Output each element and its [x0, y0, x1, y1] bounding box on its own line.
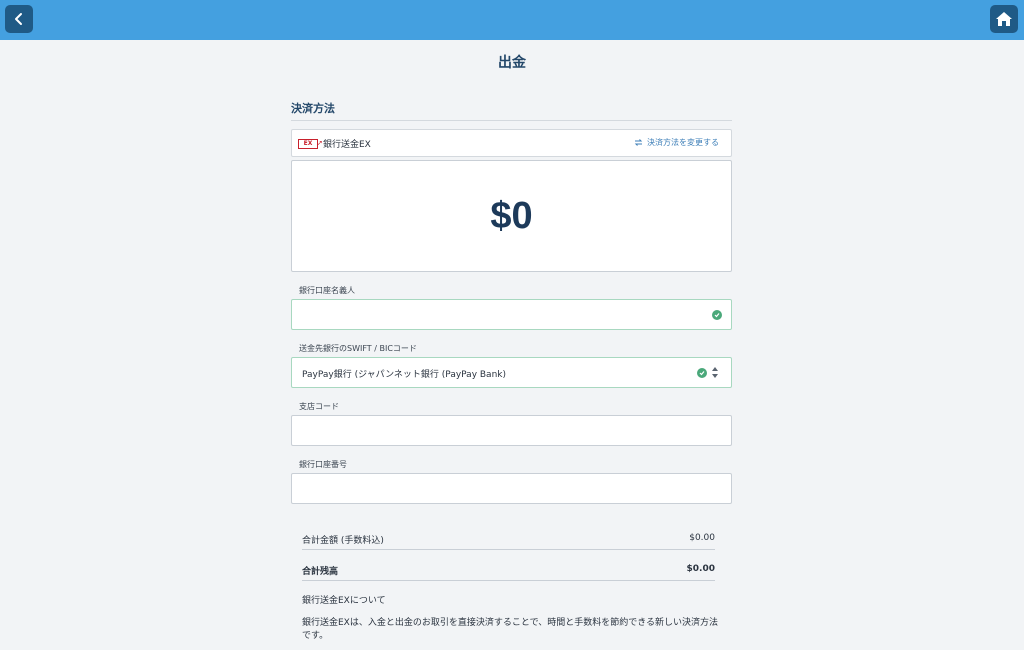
branch-code-field[interactable]	[291, 415, 732, 446]
select-arrows-icon	[712, 367, 718, 378]
total-balance-value: $0.00	[686, 564, 715, 574]
about-title: 銀行送金EXについて	[302, 596, 386, 606]
swift-select[interactable]: PayPay銀行 (ジャパンネット銀行 (PayPay Bank)	[291, 357, 732, 388]
account-number-field[interactable]	[291, 473, 732, 504]
bank-transfer-ex-logo: EX	[298, 139, 318, 149]
account-holder-label: 銀行口座名義人	[299, 286, 355, 295]
home-icon	[996, 12, 1012, 26]
total-amount-row: 合計金額 (手数料込) $0.00	[302, 531, 715, 550]
amount-display[interactable]: $0	[291, 160, 732, 272]
page-title: 出金	[498, 55, 526, 71]
total-amount-label: 合計金額 (手数料込)	[302, 536, 384, 546]
chevron-left-icon	[15, 13, 22, 25]
swap-icon	[634, 139, 643, 146]
swift-label: 送金先銀行のSWIFT / BICコード	[299, 344, 417, 353]
change-method-label: 決済方法を変更する	[647, 138, 719, 147]
about-description: 銀行送金EXは、入金と出金のお取引を直接決済することで、時間と手数料を節約できる…	[302, 618, 719, 641]
account-number-label: 銀行口座番号	[299, 460, 347, 469]
valid-check-icon	[712, 310, 722, 320]
total-balance-row: 合計残高 $0.00	[302, 562, 715, 581]
amount-value: $0	[490, 194, 533, 237]
home-button[interactable]	[990, 5, 1018, 33]
logo-arrow-icon: ➚	[317, 139, 323, 147]
branch-code-label: 支店コード	[299, 402, 339, 411]
back-button[interactable]	[5, 5, 33, 33]
swift-selected-value: PayPay銀行 (ジャパンネット銀行 (PayPay Bank)	[302, 370, 506, 380]
change-method-link[interactable]: 決済方法を変更する	[634, 137, 719, 148]
payment-method-row: EX ➚ 銀行送金EX 決済方法を変更する	[291, 129, 732, 157]
top-bar	[0, 0, 1024, 40]
valid-check-icon	[697, 368, 707, 378]
account-holder-field[interactable]	[291, 299, 732, 330]
total-amount-value: $0.00	[689, 533, 715, 543]
payment-method-name: 銀行送金EX	[323, 140, 371, 150]
payment-section-title: 決済方法	[291, 100, 732, 121]
total-balance-label: 合計残高	[302, 567, 339, 577]
